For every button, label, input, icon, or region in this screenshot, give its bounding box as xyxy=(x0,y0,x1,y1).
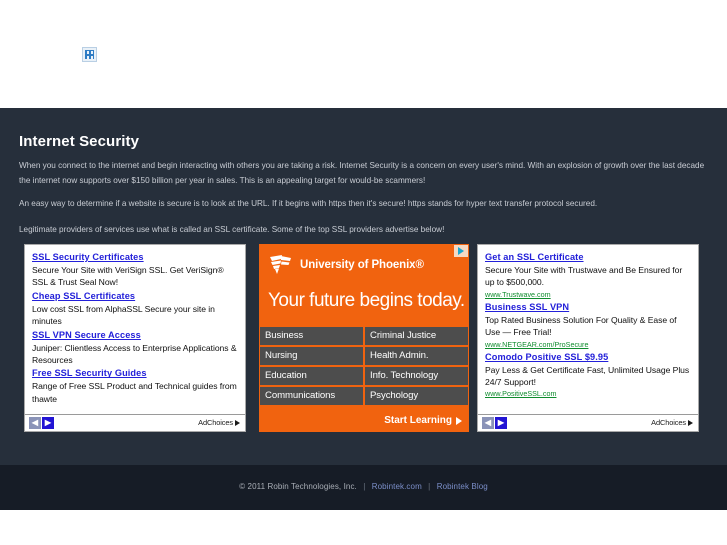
adchoices-triangle-icon xyxy=(235,419,240,426)
ad-title-link[interactable]: SSL VPN Secure Access xyxy=(32,329,238,342)
ad-description: Juniper: Clientless Access to Enterprise… xyxy=(32,342,237,366)
ad-nav-arrows: ◀ ▶ xyxy=(482,417,507,429)
prev-arrow-icon[interactable]: ◀ xyxy=(29,417,41,429)
footer-content: © 2011 Robin Technologies, Inc. | Robint… xyxy=(0,482,727,491)
footer-link-robintek[interactable]: Robintek.com xyxy=(372,482,422,491)
ad-title-link[interactable]: Cheap SSL Certificates xyxy=(32,290,238,303)
main-content: Internet Security When you connect to th… xyxy=(0,108,727,465)
ad-block-center[interactable]: University of Phoenix® Your future begin… xyxy=(259,244,469,432)
ad-right-footer: ◀ ▶ AdChoices xyxy=(478,414,698,431)
start-learning-label: Start Learning xyxy=(384,415,452,426)
copyright-text: © 2011 Robin Technologies, Inc. xyxy=(239,482,357,491)
ad-display-url[interactable]: www.PositiveSSL.com xyxy=(485,388,691,399)
start-learning-button[interactable]: Start Learning xyxy=(384,415,462,426)
program-grid: Business Criminal Justice Nursing Health… xyxy=(260,327,468,405)
ad-item: Cheap SSL Certificates Low cost SSL from… xyxy=(32,290,238,328)
ad-item: SSL Security Certificates Secure Your Si… xyxy=(32,251,238,289)
ad-left-items: SSL Security Certificates Secure Your Si… xyxy=(25,245,245,405)
ad-title-link[interactable]: Business SSL VPN xyxy=(485,301,691,314)
ad-item: Get an SSL Certificate Secure Your Site … xyxy=(485,251,691,300)
ad-title-link[interactable]: Get an SSL Certificate xyxy=(485,251,691,264)
next-arrow-icon[interactable]: ▶ xyxy=(42,417,54,429)
ad-description: Top Rated Business Solution For Quality … xyxy=(485,314,677,338)
site-header xyxy=(0,0,727,108)
brand-lockup: University of Phoenix® xyxy=(268,252,424,278)
footer-separator: | xyxy=(363,482,366,491)
university-of-phoenix-logo-icon xyxy=(268,252,294,278)
intro-paragraph-2: An easy way to determine if a website is… xyxy=(19,199,598,208)
ad-title-link[interactable]: Free SSL Security Guides xyxy=(32,367,238,380)
footer-separator: | xyxy=(428,482,431,491)
ad-tagline: Your future begins today. xyxy=(268,290,465,311)
program-cell[interactable]: Business xyxy=(260,327,363,345)
ad-description: Secure Your Site with Trustwave and Be E… xyxy=(485,265,683,288)
adchoices-center[interactable] xyxy=(454,245,468,257)
play-triangle-icon xyxy=(456,416,462,425)
intro-paragraph-1: When you connect to the internet and beg… xyxy=(19,161,705,185)
ad-description: Secure Your Site with VeriSign SSL. Get … xyxy=(32,265,224,288)
page-bottom-spacer xyxy=(0,510,727,545)
page-title: Internet Security xyxy=(19,133,140,150)
ad-title-link[interactable]: SSL Security Certificates xyxy=(32,251,238,264)
intro-paragraph-3: Legitimate providers of services use wha… xyxy=(19,225,445,234)
program-cell[interactable]: Communications xyxy=(260,387,363,405)
ad-display-url[interactable]: www.Trustwave.com xyxy=(485,289,691,300)
program-cell[interactable]: Health Admin. xyxy=(365,347,468,365)
page-root: Internet Security When you connect to th… xyxy=(0,0,727,545)
program-cell[interactable]: Info. Technology xyxy=(365,367,468,385)
adchoices-label: AdChoices xyxy=(651,418,686,427)
site-logo[interactable] xyxy=(82,47,98,63)
brand-name: University of Phoenix® xyxy=(300,259,424,271)
program-cell[interactable]: Psychology xyxy=(365,387,468,405)
ad-item: SSL VPN Secure Access Juniper: Clientles… xyxy=(32,329,238,367)
ad-nav-arrows: ◀ ▶ xyxy=(29,417,54,429)
ad-block-right: Get an SSL Certificate Secure Your Site … xyxy=(477,244,699,432)
ad-item: Comodo Positive SSL $9.95 Pay Less & Get… xyxy=(485,351,691,400)
ad-title-link[interactable]: Comodo Positive SSL $9.95 xyxy=(485,351,691,364)
prev-arrow-icon[interactable]: ◀ xyxy=(482,417,494,429)
ad-description: Pay Less & Get Certificate Fast, Unlimit… xyxy=(485,364,690,388)
program-cell[interactable]: Criminal Justice xyxy=(365,327,468,345)
program-cell[interactable]: Nursing xyxy=(260,347,363,365)
adchoices-label: AdChoices xyxy=(198,418,233,427)
ad-description: Range of Free SSL Product and Technical … xyxy=(32,381,237,404)
ad-block-left: SSL Security Certificates Secure Your Si… xyxy=(24,244,246,432)
footer-link-blog[interactable]: Robintek Blog xyxy=(437,482,488,491)
site-footer: © 2011 Robin Technologies, Inc. | Robint… xyxy=(0,465,727,510)
adchoices-right[interactable]: AdChoices xyxy=(651,418,693,427)
ad-right-items: Get an SSL Certificate Secure Your Site … xyxy=(478,245,698,399)
broken-image-icon xyxy=(82,47,97,62)
next-arrow-icon[interactable]: ▶ xyxy=(495,417,507,429)
ad-item: Free SSL Security Guides Range of Free S… xyxy=(32,367,238,405)
ad-description: Low cost SSL from AlphaSSL Secure your s… xyxy=(32,303,215,327)
program-cell[interactable]: Education xyxy=(260,367,363,385)
advertisement-row: SSL Security Certificates Secure Your Si… xyxy=(24,244,699,434)
adchoices-triangle-icon xyxy=(458,247,464,255)
ad-left-footer: ◀ ▶ AdChoices xyxy=(25,414,245,431)
ad-item: Business SSL VPN Top Rated Business Solu… xyxy=(485,301,691,350)
ad-display-url[interactable]: www.NETGEAR.com/ProSecure xyxy=(485,339,691,350)
adchoices-triangle-icon xyxy=(688,419,693,426)
adchoices-left[interactable]: AdChoices xyxy=(198,418,240,427)
